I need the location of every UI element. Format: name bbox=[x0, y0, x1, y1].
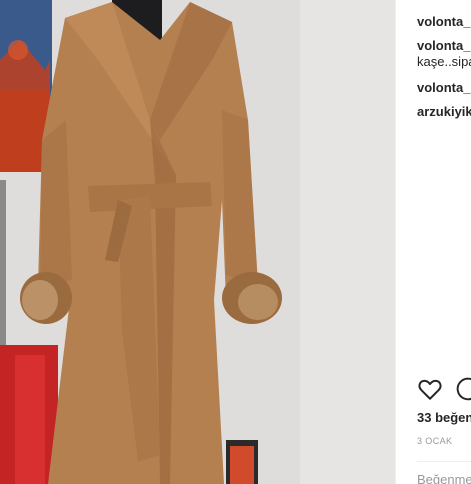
comment-username[interactable]: volonta_ bbox=[417, 14, 470, 29]
comment-3: volonta_ bbox=[417, 80, 470, 96]
comment-icon[interactable] bbox=[455, 376, 471, 402]
post-date[interactable]: 3 OCAK bbox=[417, 436, 452, 446]
comment-1: volonta_ bbox=[417, 14, 470, 30]
add-comment-input[interactable]: Beğenme bbox=[417, 472, 471, 484]
post-actions bbox=[417, 376, 471, 404]
heart-icon[interactable] bbox=[417, 376, 443, 402]
comment-4: arzukiyik bbox=[417, 104, 471, 120]
coat-photo-illustration bbox=[0, 0, 395, 484]
likes-count[interactable]: 33 beğen bbox=[417, 410, 471, 425]
divider bbox=[417, 461, 471, 462]
comment-text: kaşe..sipa bbox=[417, 54, 471, 69]
comment-2: volonta_ kaşe..sipa bbox=[417, 38, 471, 70]
post-sidebar: volonta_ volonta_ kaşe..sipa volonta_ ar… bbox=[396, 0, 471, 484]
comment-username[interactable]: arzukiyik bbox=[417, 104, 471, 119]
comment-username[interactable]: volonta_ bbox=[417, 80, 470, 95]
post-photo[interactable] bbox=[0, 0, 395, 484]
comment-username[interactable]: volonta_ bbox=[417, 38, 470, 53]
